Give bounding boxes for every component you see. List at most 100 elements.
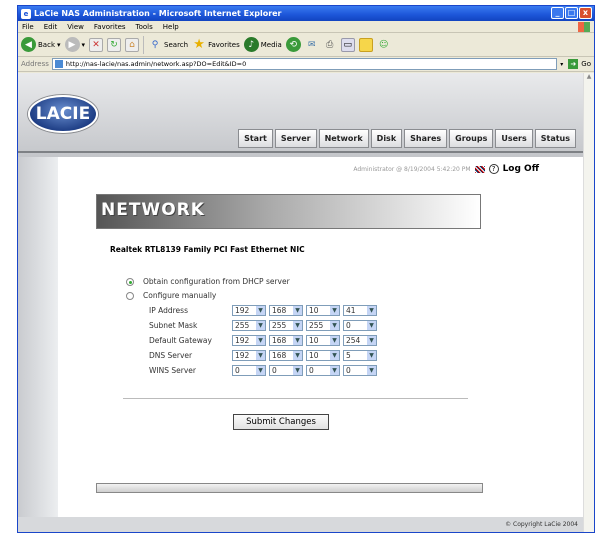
minimize-button[interactable]: _ (551, 7, 564, 19)
tab-status[interactable]: Status (534, 129, 576, 148)
tab-network[interactable]: Network (318, 129, 369, 148)
tab-users[interactable]: Users (495, 129, 533, 148)
octet-select[interactable]: 168 ▼ (269, 350, 303, 361)
octet-select[interactable]: 41 ▼ (343, 305, 377, 316)
history-icon[interactable]: ⟲ (285, 37, 301, 52)
media-icon: ♪ (243, 37, 259, 52)
tab-disk[interactable]: Disk (370, 129, 403, 148)
title-bar: e LaCie NAS Administration - Microsoft I… (18, 6, 594, 21)
lacie-logo: LACIE (28, 95, 98, 133)
folder-icon[interactable] (358, 37, 373, 52)
tab-start[interactable]: Start (238, 129, 273, 148)
menu-view[interactable]: View (67, 23, 84, 31)
search-icon: ⚲ (151, 39, 159, 50)
octet-value: 0 (272, 366, 277, 375)
octet-value: 41 (346, 306, 356, 315)
forward-button[interactable]: ▶ ▾ (64, 37, 85, 52)
chevron-down-icon: ▼ (330, 306, 339, 315)
chevron-down-icon: ▼ (367, 306, 376, 315)
octet-select[interactable]: 0 ▼ (232, 365, 266, 376)
octet-select[interactable]: 255 ▼ (306, 320, 340, 331)
window-title: LaCie NAS Administration - Microsoft Int… (34, 9, 282, 18)
menu-favorites[interactable]: Favorites (94, 23, 126, 31)
field-label: DNS Server (149, 351, 193, 360)
chevron-down-icon: ▼ (293, 351, 302, 360)
messenger-icon[interactable]: ☺ (377, 38, 391, 52)
address-input[interactable]: http://nas-lacie/nas.admin/network.asp?D… (51, 58, 558, 70)
menu-file[interactable]: File (22, 23, 34, 31)
windows-logo-icon (578, 22, 590, 32)
octet-select[interactable]: 10 ▼ (306, 335, 340, 346)
section-banner: NETWORK (96, 194, 481, 229)
tab-shares[interactable]: Shares (404, 129, 448, 148)
octet-select[interactable]: 0 ▼ (269, 365, 303, 376)
favorites-button[interactable]: ★ Favorites (192, 37, 240, 52)
vertical-scrollbar[interactable]: ▲ (583, 73, 594, 532)
dhcp-label: Obtain configuration from DHCP server (143, 277, 290, 286)
tab-server[interactable]: Server (274, 129, 317, 148)
octet-value: 192 (235, 351, 250, 360)
close-button[interactable]: x (579, 7, 592, 19)
octet-select[interactable]: 168 ▼ (269, 335, 303, 346)
octet-select[interactable]: 10 ▼ (306, 350, 340, 361)
forward-arrow-icon: ▶ (64, 37, 80, 52)
octet-select[interactable]: 192 ▼ (232, 305, 266, 316)
go-label[interactable]: Go (581, 60, 591, 68)
octet-value: 168 (272, 351, 287, 360)
scroll-up-icon[interactable]: ▲ (584, 73, 594, 84)
chevron-down-icon: ▼ (256, 306, 265, 315)
octet-select[interactable]: 0 ▼ (343, 320, 377, 331)
menu-tools[interactable]: Tools (136, 23, 153, 31)
octet-select[interactable]: 10 ▼ (306, 305, 340, 316)
favorites-label: Favorites (208, 40, 240, 49)
uk-flag-icon[interactable] (474, 165, 485, 173)
octet-value: 192 (235, 306, 250, 315)
refresh-icon[interactable]: ↻ (107, 37, 122, 52)
stop-icon[interactable]: ✕ (89, 37, 104, 52)
back-button[interactable]: ◀ Back ▾ (21, 37, 61, 52)
chevron-down-icon: ▼ (367, 336, 376, 345)
menu-help[interactable]: Help (163, 23, 179, 31)
octet-select[interactable]: 255 ▼ (232, 320, 266, 331)
page-content: LACIE Start Server Network Disk Shares G… (18, 73, 584, 532)
manual-radio[interactable] (126, 291, 134, 300)
search-button[interactable]: ⚲ Search (148, 38, 188, 52)
octet-select[interactable]: 0 ▼ (343, 365, 377, 376)
help-icon[interactable]: ? (488, 164, 499, 174)
octet-value: 255 (309, 321, 324, 330)
subnet-mask-row: Subnet Mask 255 ▼ 255 ▼ 255 ▼ 0 ▼ (149, 320, 380, 331)
octet-select[interactable]: 0 ▼ (306, 365, 340, 376)
dhcp-option[interactable]: Obtain configuration from DHCP server (126, 277, 290, 286)
search-label: Search (164, 40, 189, 49)
toolbar: ◀ Back ▾ ▶ ▾ ✕ ↻ ⌂ ⚲ Search ★ Favorites … (18, 33, 594, 57)
manual-label: Configure manually (143, 291, 217, 300)
menu-edit[interactable]: Edit (44, 23, 58, 31)
manual-option[interactable]: Configure manually (126, 291, 216, 300)
octet-select[interactable]: 254 ▼ (343, 335, 377, 346)
octet-select[interactable]: 192 ▼ (232, 350, 266, 361)
chevron-down-icon: ▼ (293, 336, 302, 345)
chevron-down-icon: ▼ (256, 336, 265, 345)
page-title: NETWORK (101, 200, 205, 220)
octet-select[interactable]: 255 ▼ (269, 320, 303, 331)
address-dropdown-icon[interactable]: ▾ (560, 61, 563, 68)
octet-value: 10 (309, 336, 319, 345)
media-label: Media (260, 40, 282, 49)
logoff-link[interactable]: Log Off (503, 164, 539, 174)
octet-select[interactable]: 5 ▼ (343, 350, 377, 361)
media-button[interactable]: ♪ Media (243, 37, 282, 52)
dhcp-radio[interactable] (126, 277, 134, 286)
page-icon (54, 60, 63, 68)
print-icon[interactable]: ⎙ (323, 38, 337, 52)
octet-select[interactable]: 168 ▼ (269, 305, 303, 316)
submit-changes-button[interactable]: Submit Changes (233, 414, 329, 430)
mail-icon[interactable]: ✉ (305, 38, 319, 52)
go-arrow-icon[interactable]: ➜ (568, 59, 579, 69)
home-icon[interactable]: ⌂ (125, 37, 140, 52)
chevron-down-icon: ▼ (293, 366, 302, 375)
edit-icon[interactable]: ▭ (340, 37, 355, 52)
tab-groups[interactable]: Groups (449, 129, 494, 148)
octet-value: 0 (309, 366, 314, 375)
octet-select[interactable]: 192 ▼ (232, 335, 266, 346)
maximize-button[interactable]: □ (565, 7, 578, 19)
